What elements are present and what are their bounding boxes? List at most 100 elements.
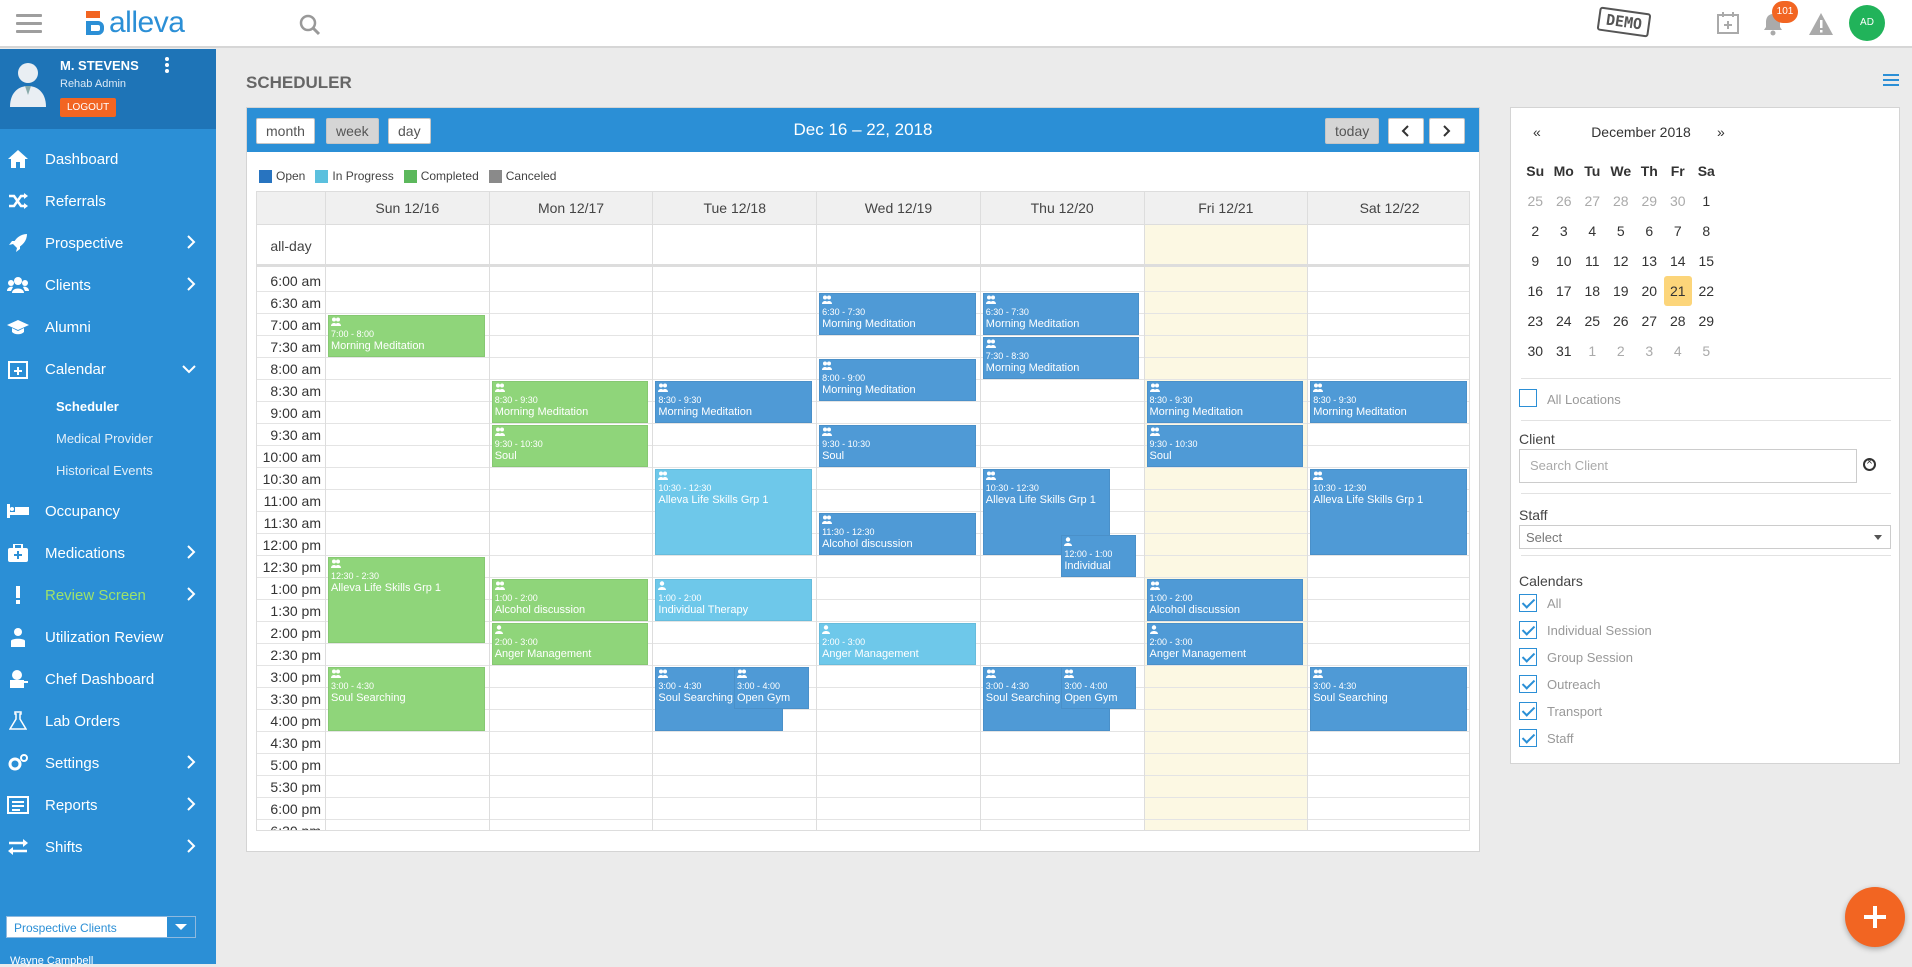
- calendar-event[interactable]: 12:30 - 2:30 Alleva Life Skills Grp 1: [328, 557, 485, 643]
- calendar-event[interactable]: 9:30 - 10:30 Soul: [491, 425, 649, 467]
- dropdown-caret-icon[interactable]: [167, 917, 195, 937]
- sidebar-item-referrals[interactable]: Referrals: [0, 180, 216, 222]
- mini-cal-day[interactable]: 3: [1550, 216, 1579, 246]
- mini-cal-day[interactable]: 20: [1635, 276, 1664, 306]
- calendar-event[interactable]: 6:30 - 7:30 Morning Meditation: [982, 293, 1140, 335]
- mini-cal-day[interactable]: 9: [1521, 246, 1550, 276]
- calendar-event[interactable]: 10:30 - 12:30 Alleva Life Skills Grp 1: [655, 469, 813, 555]
- mini-cal-day[interactable]: 2: [1521, 216, 1550, 246]
- mini-cal-day[interactable]: 30: [1664, 186, 1693, 216]
- search-client-input[interactable]: Search Client: [1519, 449, 1857, 483]
- mini-cal-day[interactable]: 12: [1607, 246, 1636, 276]
- mini-cal-day[interactable]: 28: [1664, 306, 1693, 336]
- mini-cal-day[interactable]: 25: [1521, 186, 1550, 216]
- mini-cal-day[interactable]: 26: [1550, 186, 1579, 216]
- mini-cal-day[interactable]: 26: [1607, 306, 1636, 336]
- clear-circle-icon[interactable]: [1863, 455, 1876, 471]
- user-avatar[interactable]: AD: [1849, 5, 1885, 41]
- calendar-event[interactable]: 7:00 - 8:00 Morning Meditation: [328, 315, 485, 357]
- time-slot-row[interactable]: [257, 820, 1469, 830]
- mini-cal-day[interactable]: 30: [1521, 336, 1550, 366]
- mini-cal-next-button[interactable]: »: [1717, 124, 1725, 140]
- mini-cal-day[interactable]: 4: [1578, 216, 1607, 246]
- mini-cal-day[interactable]: 8: [1692, 216, 1721, 246]
- mini-cal-day[interactable]: 19: [1607, 276, 1636, 306]
- mini-cal-day[interactable]: 27: [1578, 186, 1607, 216]
- mini-cal-day[interactable]: 14: [1664, 246, 1693, 276]
- mini-cal-day[interactable]: 4: [1664, 336, 1693, 366]
- prev-week-button[interactable]: [1388, 118, 1424, 144]
- sidebar-item-chef-dashboard[interactable]: Chef Dashboard: [0, 658, 216, 700]
- panel-menu-icon[interactable]: [1883, 74, 1899, 89]
- calendar-event[interactable]: 1:00 - 2:00 Individual Therapy: [655, 579, 813, 621]
- time-slot-row[interactable]: [257, 270, 1469, 292]
- time-slot-row[interactable]: [257, 732, 1469, 754]
- calendar-event[interactable]: 1:00 - 2:00 Alcohol discussion: [491, 579, 649, 621]
- mini-cal-prev-button[interactable]: «: [1533, 124, 1541, 140]
- sidebar-item-prospective[interactable]: Prospective: [0, 222, 216, 264]
- mini-cal-day[interactable]: 31: [1550, 336, 1579, 366]
- sidebar-subitem-medical-provider[interactable]: Medical Provider: [0, 422, 216, 454]
- search-icon[interactable]: [298, 13, 322, 42]
- calendar-event[interactable]: 11:30 - 12:30 Alcohol discussion: [819, 513, 976, 555]
- staff-select[interactable]: Select: [1519, 525, 1891, 549]
- mini-cal-day[interactable]: 24: [1550, 306, 1579, 336]
- calendar-checkbox[interactable]: [1519, 621, 1537, 639]
- mini-cal-day[interactable]: 5: [1607, 216, 1636, 246]
- sidebar-item-clients[interactable]: Clients: [0, 264, 216, 306]
- sidebar-recent-user[interactable]: Wayne Campbell: [10, 955, 93, 967]
- time-slot-row[interactable]: [257, 754, 1469, 776]
- time-slot-row[interactable]: [257, 468, 1469, 490]
- today-button[interactable]: today: [1325, 118, 1380, 144]
- calendar-event[interactable]: 9:30 - 10:30 Soul: [819, 425, 976, 467]
- calendar-event[interactable]: 9:30 - 10:30 Soul: [1146, 425, 1304, 467]
- mini-cal-day[interactable]: 29: [1692, 306, 1721, 336]
- sidebar-item-occupancy[interactable]: Occupancy: [0, 490, 216, 532]
- calendar-checkbox[interactable]: [1519, 594, 1537, 612]
- day-view-button[interactable]: day: [388, 118, 431, 144]
- sidebar-item-reports[interactable]: Reports: [0, 784, 216, 826]
- mini-cal-day[interactable]: 28: [1607, 186, 1636, 216]
- mini-cal-day[interactable]: 3: [1635, 336, 1664, 366]
- mini-cal-day[interactable]: 7: [1664, 216, 1693, 246]
- calendar-event[interactable]: 8:30 - 9:30 Morning Meditation: [655, 381, 813, 423]
- calendar-event[interactable]: 8:00 - 9:00 Morning Meditation: [819, 359, 976, 401]
- mini-cal-day[interactable]: 18: [1578, 276, 1607, 306]
- mini-cal-day[interactable]: 5: [1692, 336, 1721, 366]
- sidebar-item-dashboard[interactable]: Dashboard: [0, 138, 216, 180]
- sidebar-item-settings[interactable]: Settings: [0, 742, 216, 784]
- week-view-button[interactable]: week: [326, 118, 379, 144]
- next-week-button[interactable]: [1429, 118, 1465, 144]
- sidebar-item-calendar[interactable]: Calendar: [0, 348, 216, 390]
- sidebar-item-medications[interactable]: Medications: [0, 532, 216, 574]
- mini-cal-day[interactable]: 10: [1550, 246, 1579, 276]
- calendar-event[interactable]: 10:30 - 12:30 Alleva Life Skills Grp 1: [1310, 469, 1467, 555]
- calendar-event[interactable]: 3:00 - 4:00 Open Gym: [1061, 667, 1137, 709]
- sidebar-subitem-historical-events[interactable]: Historical Events: [0, 454, 216, 486]
- calendar-event[interactable]: 3:00 - 4:30 Soul Searching: [328, 667, 485, 731]
- mini-cal-day[interactable]: 22: [1692, 276, 1721, 306]
- sidebar-item-shifts[interactable]: Shifts: [0, 826, 216, 868]
- mini-cal-day[interactable]: 1: [1578, 336, 1607, 366]
- calendar-event[interactable]: 3:00 - 4:30 Soul Searching: [1310, 667, 1467, 731]
- sidebar-item-review-screen[interactable]: Review Screen: [0, 574, 216, 616]
- calendar-event[interactable]: 2:00 - 3:00 Anger Management: [491, 623, 649, 665]
- calendar-event[interactable]: 8:30 - 9:30 Morning Meditation: [1310, 381, 1467, 423]
- calendar-event[interactable]: 8:30 - 9:30 Morning Meditation: [491, 381, 649, 423]
- all-locations-checkbox[interactable]: [1519, 389, 1537, 407]
- sidebar-item-lab-orders[interactable]: Lab Orders: [0, 700, 216, 742]
- hamburger-menu-icon[interactable]: [16, 14, 42, 34]
- calendar-checkbox[interactable]: [1519, 648, 1537, 666]
- logout-button[interactable]: LOGOUT: [60, 98, 117, 117]
- calendar-event[interactable]: 3:00 - 4:00 Open Gym: [733, 667, 809, 709]
- prospective-clients-select[interactable]: Prospective Clients: [6, 916, 196, 938]
- sidebar-item-utilization-review[interactable]: Utilization Review: [0, 616, 216, 658]
- sidebar-subitem-scheduler[interactable]: Scheduler: [0, 390, 216, 422]
- kebab-menu-icon[interactable]: [165, 57, 171, 75]
- mini-cal-day[interactable]: 2: [1607, 336, 1636, 366]
- mini-cal-day[interactable]: 13: [1635, 246, 1664, 276]
- mini-cal-day[interactable]: 17: [1550, 276, 1579, 306]
- sidebar-item-alumni[interactable]: Alumni: [0, 306, 216, 348]
- warning-icon[interactable]: [1808, 12, 1834, 41]
- add-event-fab-button[interactable]: [1845, 887, 1905, 947]
